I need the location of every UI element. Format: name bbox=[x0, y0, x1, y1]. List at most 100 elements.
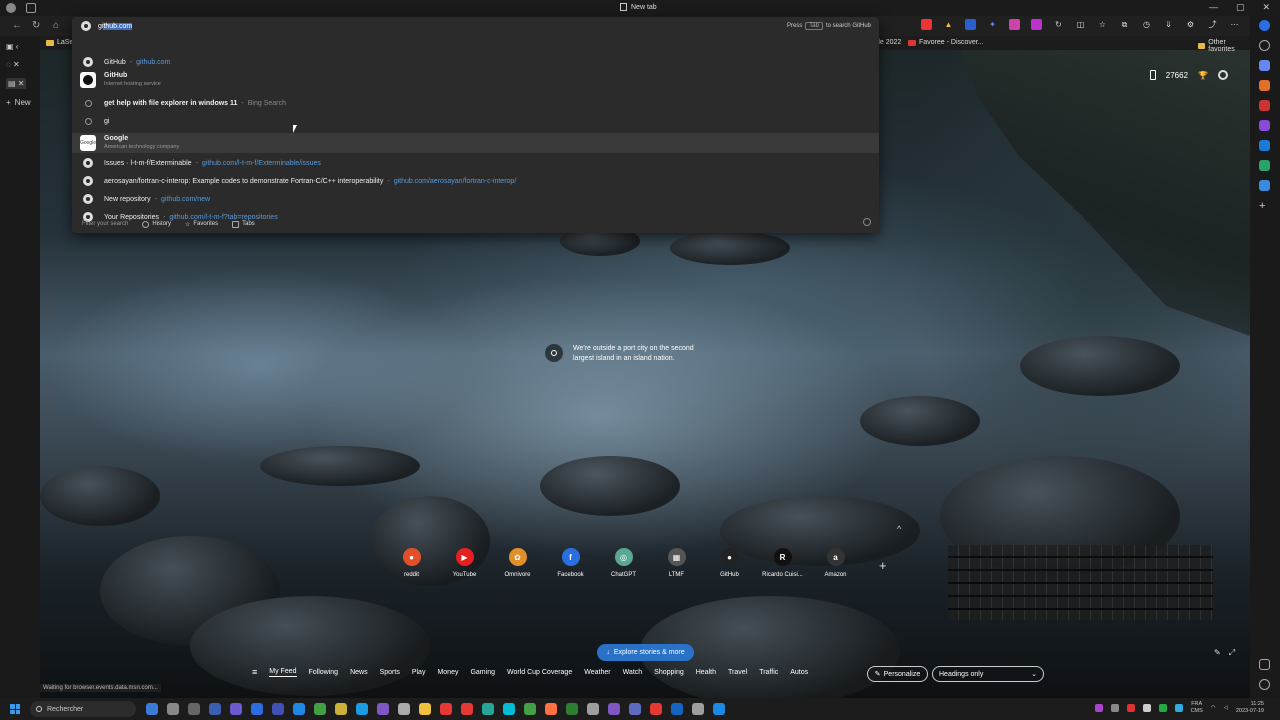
home-icon[interactable]: ⌂ bbox=[53, 20, 59, 31]
taskbar-app-icon[interactable] bbox=[335, 703, 347, 715]
feed-tab[interactable]: Health bbox=[696, 669, 716, 676]
taskbar-app-icon[interactable] bbox=[377, 703, 389, 715]
sidebar-layout-icon[interactable] bbox=[1259, 659, 1270, 670]
extension-icon[interactable]: ▲ bbox=[943, 19, 954, 30]
mobile-icon[interactable] bbox=[1149, 70, 1156, 80]
extension-icon[interactable] bbox=[1031, 19, 1042, 30]
favorite-item[interactable]: Favoree - Discover... bbox=[908, 39, 984, 46]
taskbar-app-icon[interactable] bbox=[629, 703, 641, 715]
image-info[interactable]: We're outside a port city on the second … bbox=[545, 344, 713, 364]
suggestion-row[interactable]: GitHub - github.com bbox=[72, 53, 879, 71]
volume-icon[interactable]: ◁ bbox=[1224, 705, 1228, 711]
windows-start-icon[interactable] bbox=[10, 704, 20, 714]
tray-icon[interactable] bbox=[1126, 704, 1135, 712]
favorites-filter[interactable]: ☆ Favorites bbox=[185, 221, 218, 228]
feedback-icon[interactable]: ✎ bbox=[1214, 648, 1221, 658]
feed-tab[interactable]: My Feed bbox=[269, 668, 297, 677]
extension-icon[interactable] bbox=[1009, 19, 1020, 30]
explore-button[interactable]: ↓ Explore stories & more bbox=[597, 644, 694, 661]
feed-tab[interactable]: Gaming bbox=[470, 669, 495, 676]
feed-tab[interactable]: Weather bbox=[584, 669, 610, 676]
sidebar-app-icon[interactable] bbox=[1259, 180, 1270, 191]
feed-tab[interactable]: Money bbox=[437, 669, 458, 676]
taskbar-app-icon[interactable] bbox=[188, 703, 200, 715]
feed-tab[interactable]: Sports bbox=[380, 669, 400, 676]
network-icon[interactable]: ◠ bbox=[1211, 705, 1216, 711]
search-icon[interactable] bbox=[1259, 40, 1270, 51]
bing-chat-icon[interactable] bbox=[1259, 20, 1270, 31]
taskbar-app-icon[interactable] bbox=[293, 703, 305, 715]
page-settings-icon[interactable] bbox=[1218, 70, 1228, 80]
personalize-button[interactable]: ✎ Personalize bbox=[867, 666, 928, 682]
downloads-icon[interactable]: ⇓ bbox=[1163, 19, 1174, 30]
taskbar-app-icon[interactable] bbox=[209, 703, 221, 715]
taskbar-app-icon[interactable] bbox=[713, 703, 725, 715]
taskbar-app-icon[interactable] bbox=[251, 703, 263, 715]
feed-tab[interactable]: Autos bbox=[790, 669, 808, 676]
taskbar-app-icon[interactable] bbox=[419, 703, 431, 715]
taskbar-app-icon[interactable] bbox=[587, 703, 599, 715]
taskbar-app-icon[interactable] bbox=[146, 703, 158, 715]
sidebar-app-icon[interactable] bbox=[1259, 120, 1270, 131]
taskbar-app-icon[interactable] bbox=[608, 703, 620, 715]
feed-tab[interactable]: Watch bbox=[623, 669, 643, 676]
taskbar-app-icon[interactable] bbox=[167, 703, 179, 715]
outlook-icon[interactable] bbox=[1259, 140, 1270, 151]
quick-link[interactable]: ▶ YouTube bbox=[445, 548, 484, 578]
sidebar-app-icon[interactable] bbox=[1259, 100, 1270, 111]
profile-icon[interactable] bbox=[6, 3, 16, 13]
dropdown-settings-icon[interactable] bbox=[863, 218, 871, 226]
address-input[interactable]: github.com Press Tab to search GitHub bbox=[72, 17, 879, 35]
tray-icon[interactable] bbox=[1094, 704, 1103, 712]
taskbar-app-icon[interactable] bbox=[356, 703, 368, 715]
suggestion-row[interactable]: GitHub Internet hosting service bbox=[72, 70, 879, 90]
chevron-up-icon[interactable]: ^ bbox=[897, 524, 901, 534]
taskbar-app-icon[interactable] bbox=[566, 703, 578, 715]
menu-icon[interactable]: ≡ bbox=[252, 667, 257, 677]
tab-actions-icon[interactable]: ▣ ‹ bbox=[6, 42, 18, 51]
favorite-star-icon[interactable]: ☆ bbox=[1097, 19, 1108, 30]
suggestion-row[interactable]: New repository - github.com/new bbox=[72, 190, 879, 208]
suggestion-row[interactable]: Issues · l-t-m-f/Exterminable - github.com… bbox=[72, 154, 879, 172]
refresh-icon[interactable]: ↻ bbox=[32, 20, 40, 31]
taskbar-app-icon[interactable] bbox=[230, 703, 242, 715]
language-indicator[interactable]: FRA CMS bbox=[1191, 701, 1203, 715]
tray-icon[interactable] bbox=[1174, 704, 1183, 712]
collections-icon[interactable]: ⧉ bbox=[1119, 19, 1130, 30]
quick-link[interactable]: R Ricardo Cuisi... bbox=[762, 548, 803, 578]
taskbar-app-icon[interactable] bbox=[503, 703, 515, 715]
extensions-icon[interactable]: ⚙ bbox=[1185, 19, 1196, 30]
tray-icon[interactable] bbox=[1158, 704, 1167, 712]
maximize-button[interactable]: ▢ bbox=[1236, 2, 1245, 13]
taskbar-search[interactable]: Rechercher bbox=[30, 701, 136, 717]
history-icon[interactable]: ◷ bbox=[1141, 19, 1152, 30]
tab-item[interactable]: ◌ ✕ bbox=[6, 60, 20, 69]
expand-icon[interactable]: ⤢ bbox=[1229, 648, 1235, 658]
taskbar-app-icon[interactable] bbox=[671, 703, 683, 715]
feed-tab[interactable]: World Cup Coverage bbox=[507, 669, 572, 676]
favorite-item[interactable]: LaSe bbox=[46, 39, 73, 46]
rewards-points[interactable]: 27662 bbox=[1166, 71, 1188, 80]
taskbar-app-icon[interactable] bbox=[398, 703, 410, 715]
suggestion-row[interactable]: gi bbox=[72, 112, 879, 130]
feed-tab[interactable]: Travel bbox=[728, 669, 747, 676]
settings-icon[interactable] bbox=[1259, 679, 1270, 690]
extension-icon[interactable] bbox=[921, 19, 932, 30]
new-tab-button[interactable]: + New bbox=[6, 98, 31, 107]
sidebar-app-icon[interactable] bbox=[1259, 80, 1270, 91]
more-icon[interactable]: ⋯ bbox=[1229, 19, 1240, 30]
quick-link[interactable]: ● GitHub bbox=[710, 548, 749, 578]
quick-link[interactable]: ● reddit bbox=[392, 548, 431, 578]
add-sidebar-icon[interactable]: + bbox=[1259, 200, 1270, 212]
taskbar-app-icon[interactable] bbox=[692, 703, 704, 715]
minimize-button[interactable]: — bbox=[1209, 2, 1218, 13]
split-screen-icon[interactable]: ◫ bbox=[1075, 19, 1086, 30]
feed-tab[interactable]: Shopping bbox=[654, 669, 684, 676]
taskbar-app-icon[interactable] bbox=[650, 703, 662, 715]
taskbar-app-icon[interactable] bbox=[524, 703, 536, 715]
taskbar-app-icon[interactable] bbox=[440, 703, 452, 715]
other-favorites[interactable]: Other favorites bbox=[1198, 39, 1250, 53]
extension-icon[interactable]: ✦ bbox=[987, 19, 998, 30]
favorite-item[interactable]: de 2022 bbox=[876, 39, 901, 46]
tab-item-active[interactable]: ▤ ✕ bbox=[6, 78, 27, 89]
